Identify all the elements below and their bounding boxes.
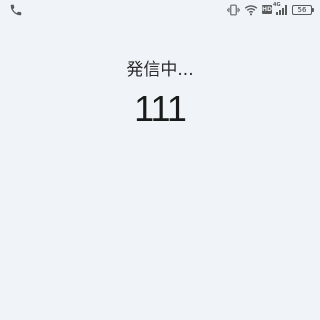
vibrate-icon <box>227 4 240 16</box>
network-indicator: HD 4G <box>262 2 288 17</box>
call-status-label: 発信中... <box>126 60 194 80</box>
battery-level: 56 <box>297 6 307 14</box>
status-bar: HD 4G 56 <box>0 0 320 20</box>
hd-icon: HD <box>262 5 273 14</box>
dialed-number: 111 <box>134 88 187 129</box>
battery-icon: 56 <box>292 5 314 15</box>
status-icons: HD 4G 56 <box>227 2 314 17</box>
wifi-icon <box>244 4 258 16</box>
signal-icon <box>276 5 287 15</box>
call-screen: HD 4G 56 発信中... 111 <box>0 0 320 320</box>
phone-icon <box>9 3 23 17</box>
